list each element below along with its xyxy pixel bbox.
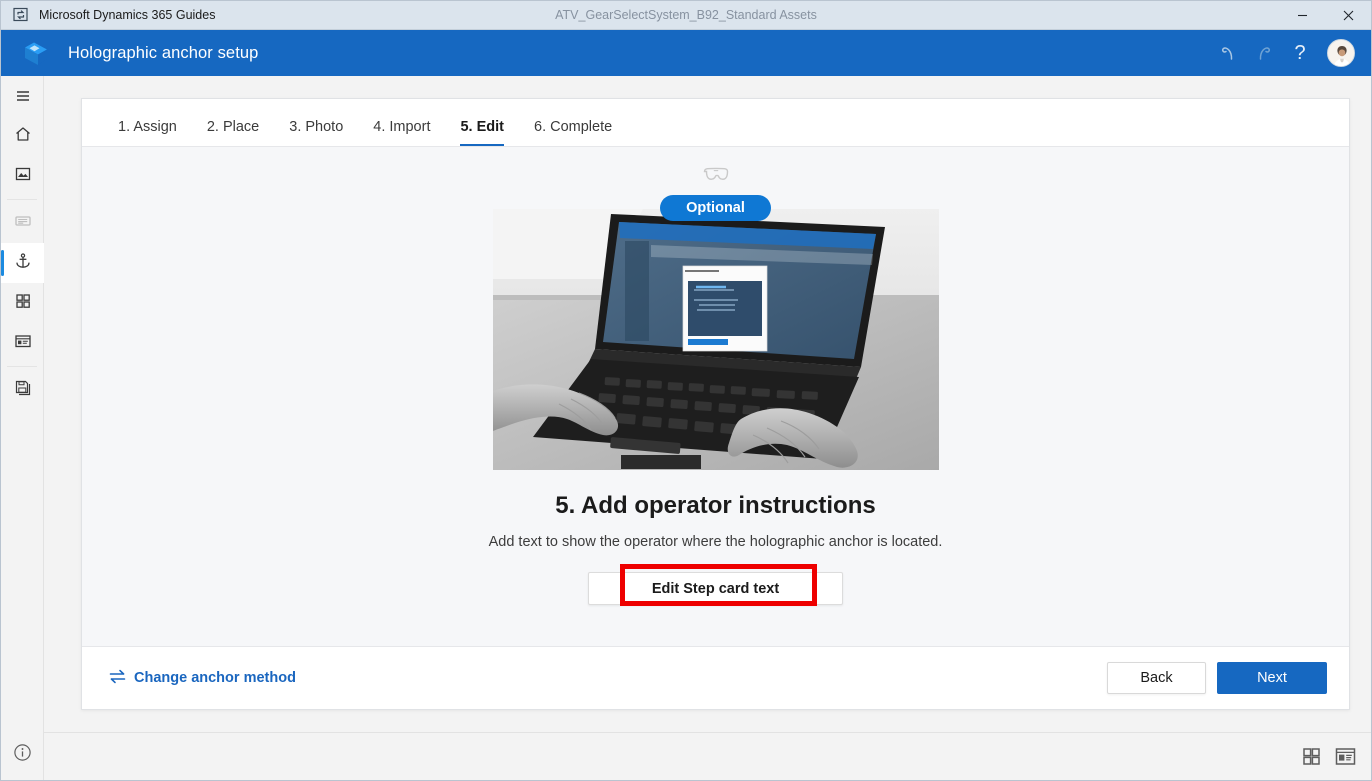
wizard-card: 1. Assign 2. Place 3. Photo 4. Import 5.… [81,98,1350,710]
step-description: Add text to show the operator where the … [488,534,943,550]
footer-actions: Back Next [1107,662,1327,694]
window-controls [1279,1,1371,29]
next-button[interactable]: Next [1217,662,1327,694]
tab-edit[interactable]: 5. Edit [445,119,519,146]
grid-view-icon[interactable] [1302,747,1321,766]
detail-view-icon[interactable] [1335,747,1356,766]
status-bar [44,732,1371,780]
wizard-footer: Change anchor method Back Next [82,646,1349,709]
info-icon[interactable] [1,732,44,772]
sidebar-item-anchor[interactable] [1,243,44,283]
tab-place[interactable]: 2. Place [192,119,274,146]
undo-icon[interactable] [1211,36,1245,70]
tab-photo[interactable]: 3. Photo [274,119,358,146]
back-button[interactable]: Back [1107,662,1206,694]
avatar[interactable] [1327,39,1355,67]
wizard-tabs: 1. Assign 2. Place 3. Photo 4. Import 5.… [82,99,1349,147]
sidebar-item-media[interactable] [1,156,44,196]
sidebar-item-steps[interactable] [1,203,44,243]
change-anchor-method-link[interactable]: Change anchor method [109,669,296,688]
workspace: 1. Assign 2. Place 3. Photo 4. Import 5.… [44,76,1371,734]
title-bar: Microsoft Dynamics 365 Guides ATV_GearSe… [1,1,1371,30]
sidebar-item-home[interactable] [1,116,44,156]
wizard-body: Optional 5. Add operator instructions Ad… [82,147,1349,646]
sidebar-item-save[interactable] [1,370,44,410]
optional-badge: Optional [660,195,771,221]
edit-step-card-text-button[interactable]: Edit Step card text [588,572,843,605]
redo-icon[interactable] [1247,36,1281,70]
close-button[interactable] [1325,1,1371,29]
page-title: Holographic anchor setup [68,43,259,62]
step-heading: 5. Add operator instructions [555,492,876,519]
guides-logo-icon [21,38,51,68]
tab-complete[interactable]: 6. Complete [519,119,627,146]
rail-divider [7,199,37,200]
dynamics-guides-app-icon [13,7,29,23]
hololens-headset-icon [701,165,731,190]
rail-divider-2 [7,366,37,367]
swap-arrows-icon [109,669,126,688]
grid-tiles-icon [13,291,33,316]
header-actions: ? [1211,36,1371,70]
app-header: Holographic anchor setup ? [1,30,1371,76]
minimize-button[interactable] [1279,1,1325,29]
card-window-icon [13,331,33,356]
save-copies-icon [13,378,33,403]
text-lines-icon [13,211,33,236]
help-icon[interactable]: ? [1283,36,1317,70]
left-rail [1,76,44,780]
home-icon [13,124,33,149]
hamburger-menu-icon[interactable] [1,76,44,116]
application-window: Microsoft Dynamics 365 Guides ATV_GearSe… [0,0,1372,781]
primary-action-wrap: Edit Step card text [588,564,843,606]
sidebar-item-tiles[interactable] [1,283,44,323]
tab-import[interactable]: 4. Import [358,119,445,146]
sidebar-item-cards[interactable] [1,323,44,363]
media-image-icon [13,164,33,189]
change-anchor-method-label: Change anchor method [134,670,296,686]
tab-assign[interactable]: 1. Assign [103,119,192,146]
anchor-icon [13,251,33,276]
app-name-label: Microsoft Dynamics 365 Guides [39,8,216,22]
instructional-photo [492,209,939,470]
title-bar-left: Microsoft Dynamics 365 Guides [1,7,215,23]
